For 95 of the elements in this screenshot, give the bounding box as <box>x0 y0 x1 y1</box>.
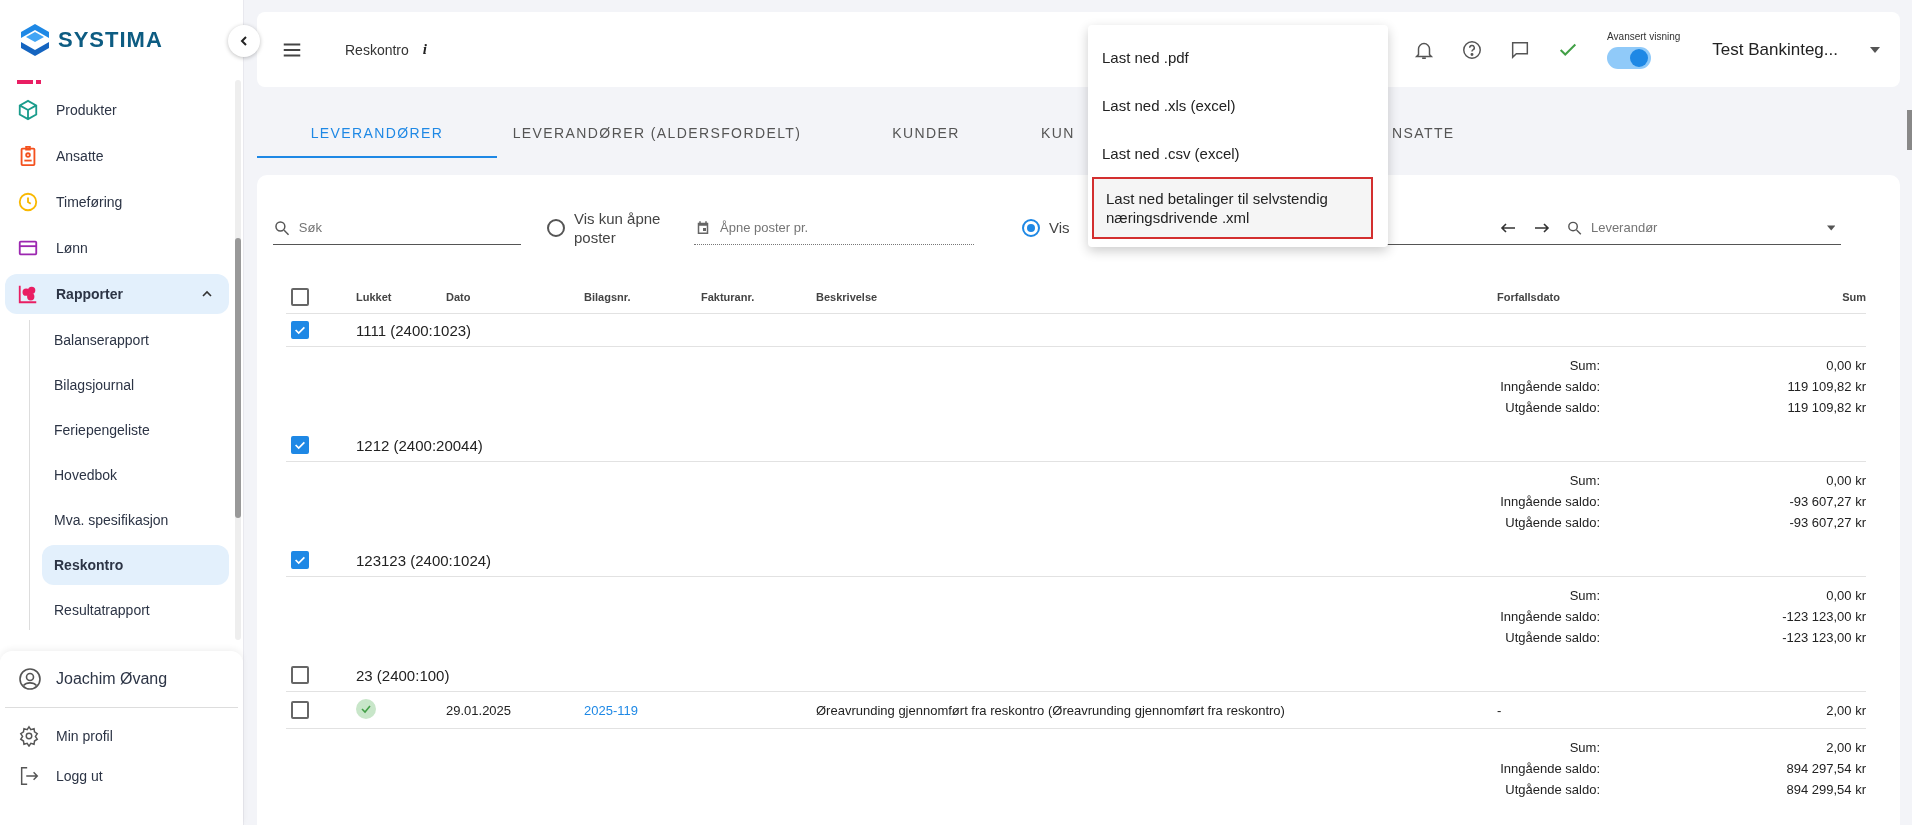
column-header: Lukket <box>356 291 393 303</box>
caret-icon <box>1870 47 1880 53</box>
sidebar-item[interactable]: Rapporter <box>5 274 229 314</box>
clock-icon <box>17 191 39 213</box>
search-field[interactable]: Søk <box>296 219 521 236</box>
sidebar-subitem[interactable]: Resultatrapport <box>42 590 229 630</box>
logout-icon <box>18 765 40 787</box>
tab[interactable]: LEVERANDØRER (ALDERSFORDELT) <box>497 110 817 158</box>
summary-label: Utgående saldo: <box>1504 630 1600 646</box>
toggle-switch[interactable] <box>1607 46 1652 69</box>
sidebar-subitem[interactable]: Reskontro <box>42 545 229 585</box>
summary-value: 119 109,82 kr <box>1786 400 1866 416</box>
sidebar-item[interactable]: Timeføring <box>5 182 229 222</box>
group-title: 1212 (2400:20044) <box>356 436 484 454</box>
voucher-link[interactable]: 2025-119 <box>584 702 638 718</box>
summary-value: 0,00 kr <box>1825 588 1866 604</box>
column-header: Sum <box>1841 291 1866 303</box>
summary-value: 119 109,82 kr <box>1786 379 1866 395</box>
summary-value: 894 297,54 kr <box>1785 761 1866 777</box>
summary-label: Utgående saldo: <box>1504 515 1600 531</box>
checkbox[interactable] <box>291 701 309 719</box>
user-name[interactable]: Joachim Øvang <box>56 670 168 688</box>
group-title: 1111 (2400:1023) <box>356 321 473 339</box>
page-title: Reskontro <box>345 41 409 58</box>
checkbox[interactable] <box>291 321 309 339</box>
menu-item-icon <box>17 80 41 84</box>
sidebar-item[interactable]: Lønn <box>5 228 229 268</box>
summary-label: Inngående saldo: <box>1499 494 1600 510</box>
footer-link[interactable]: Logg ut <box>0 756 243 796</box>
checkbox[interactable] <box>291 288 309 306</box>
radio-button[interactable] <box>1022 219 1040 237</box>
summary-value: -93 607,27 kr <box>1788 515 1866 531</box>
group-title: 23 (2400:100) <box>356 666 451 684</box>
column-header: Fakturanr. <box>701 291 756 303</box>
checkbox[interactable] <box>291 551 309 569</box>
tab[interactable]: NSATTE <box>1386 110 1586 158</box>
menu-item[interactable]: Last ned .pdf <box>1088 33 1388 81</box>
summary-label: Utgående saldo: <box>1504 782 1600 798</box>
checkbox[interactable] <box>291 666 309 684</box>
sidebar-item[interactable]: Produkter <box>5 90 229 130</box>
summary-label: Inngående saldo: <box>1499 761 1600 777</box>
radio-label: Vis kun åpne poster <box>574 208 662 248</box>
summary-label: Utgående saldo: <box>1504 400 1600 416</box>
chevron-left-icon <box>238 35 250 47</box>
footer-link[interactable]: Min profil <box>0 716 243 756</box>
checkbox[interactable] <box>291 436 309 454</box>
chart-icon <box>17 283 39 305</box>
sidebar-subitem[interactable]: Hovedbok <box>42 455 229 495</box>
sidebar-subitem[interactable]: Bilagsjournal <box>42 365 229 405</box>
summary-value: -123 123,00 kr <box>1781 630 1866 646</box>
summary-value: 894 299,54 kr <box>1785 782 1866 798</box>
menu-item[interactable]: Last ned betalinger til selvstendig næringsdrivende .xml <box>1092 177 1373 239</box>
user-icon <box>18 667 42 691</box>
summary-label: Inngående saldo: <box>1499 609 1600 625</box>
help-icon[interactable] <box>1461 38 1484 61</box>
collapse-button[interactable] <box>228 25 260 57</box>
sidebar-subitem[interactable]: Balanserapport <box>42 320 229 360</box>
cube-icon <box>17 99 39 121</box>
menu-item[interactable]: Last ned .xls (excel) <box>1088 81 1388 129</box>
caret-icon[interactable] <box>1826 224 1835 231</box>
table-cell-text: Øreavrunding gjennomført fra reskontro (Øreavrunding gjennomført fra reskontro) <box>816 702 1286 718</box>
arrow-right-icon[interactable] <box>1534 221 1550 234</box>
summary-value: 0,00 kr <box>1825 473 1866 489</box>
summary-label: Sum: <box>1568 473 1600 489</box>
summary-label: Inngående saldo: <box>1499 379 1600 395</box>
info-icon[interactable]: i <box>422 41 427 58</box>
radio-button[interactable] <box>547 219 565 237</box>
settings-icon <box>18 725 40 747</box>
summary-label: Sum: <box>1568 588 1600 604</box>
column-header: Dato <box>446 291 472 303</box>
group-title: 123123 (2400:1024) <box>356 551 493 569</box>
summary-label: Sum: <box>1568 740 1600 756</box>
logo-icon <box>20 23 50 57</box>
menu-item[interactable]: Last ned .csv (excel) <box>1088 129 1388 177</box>
sidebar-subitem[interactable]: Feriepengeliste <box>42 410 229 450</box>
logo-text: SYSTIMA <box>58 27 163 53</box>
toggle-label: Avansert visning <box>1607 30 1681 42</box>
table-cell-text: 2,00 kr <box>1825 702 1866 718</box>
summary-label: Sum: <box>1568 358 1600 374</box>
arrow-left-icon[interactable] <box>1500 221 1516 234</box>
summary-value: -123 123,00 kr <box>1781 609 1866 625</box>
summary-value: -93 607,27 kr <box>1788 494 1866 510</box>
supplier-select[interactable]: Leverandør <box>1588 219 1821 236</box>
table-cell-text: - <box>1497 702 1503 718</box>
sidebar-item[interactable]: Ansatte <box>5 136 229 176</box>
column-header: Beskrivelse <box>816 291 879 303</box>
summary-value: 0,00 kr <box>1825 358 1866 374</box>
column-header: Bilagsnr. <box>584 291 632 303</box>
sidebar-subitem[interactable]: Mva. spesifikasjon <box>42 500 229 540</box>
date-field[interactable]: Åpne poster pr. <box>718 219 974 236</box>
table-cell-text: 29.01.2025 <box>446 702 513 718</box>
company-select[interactable]: Test Bankinteg... <box>1712 40 1880 64</box>
summary-value: 2,00 kr <box>1825 740 1866 756</box>
tab[interactable]: KUNDER <box>817 110 1035 158</box>
column-header: Forfallsdato <box>1497 291 1561 303</box>
